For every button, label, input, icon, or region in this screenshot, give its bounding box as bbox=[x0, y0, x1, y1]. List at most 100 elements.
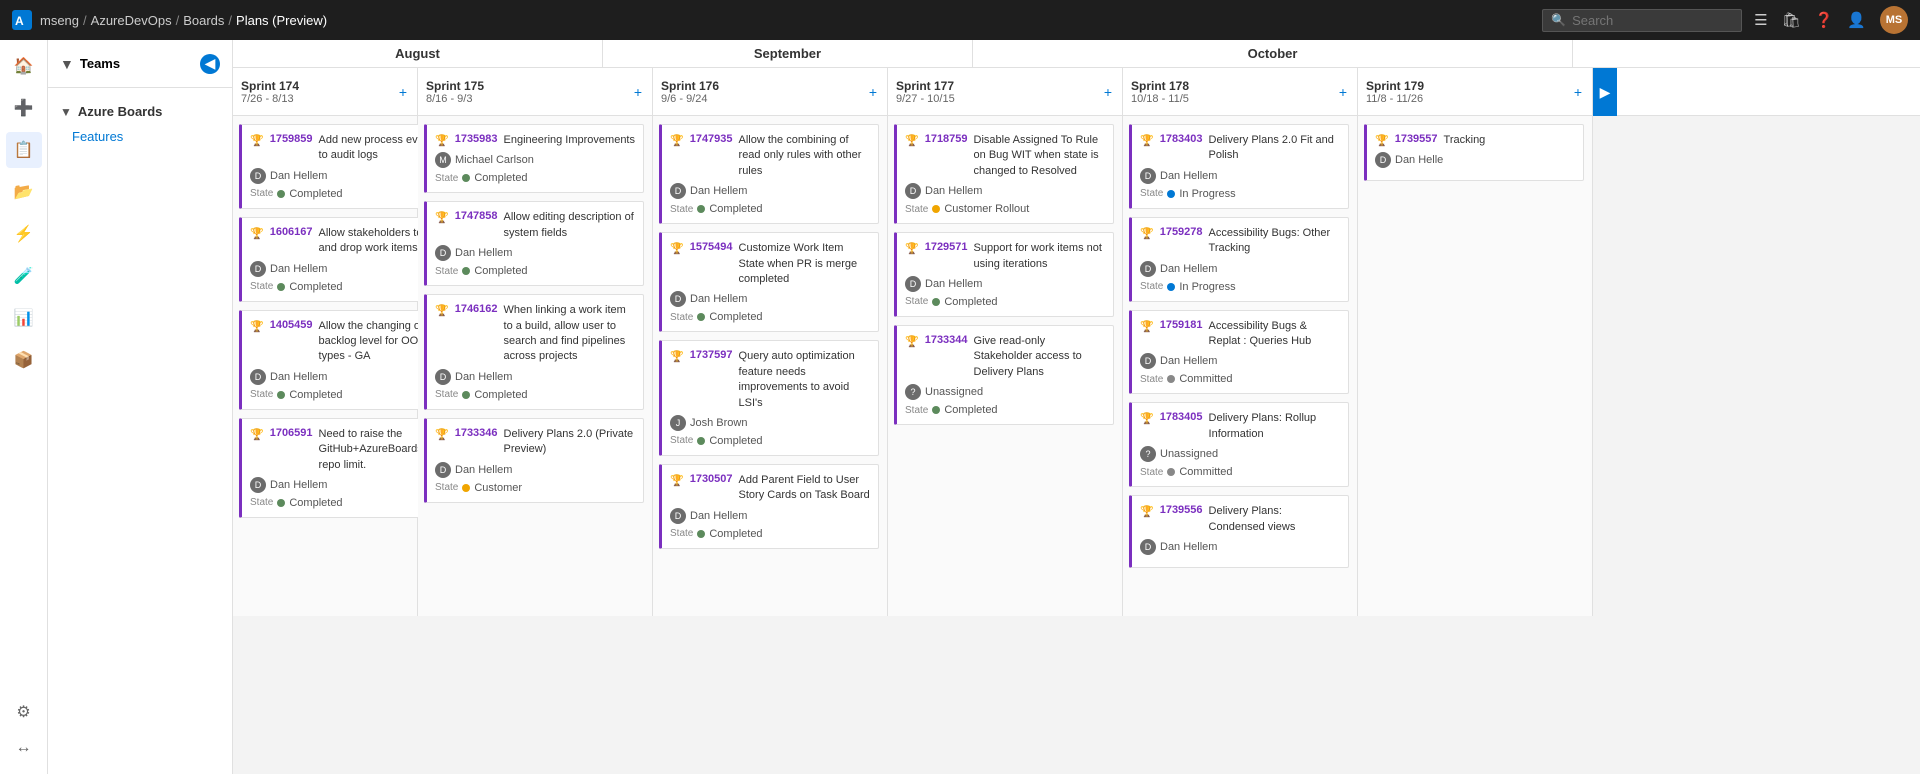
work-card-1730507[interactable]: 🏆 1730507 Add Parent Field to User Story… bbox=[659, 464, 879, 549]
card-state: State Completed bbox=[670, 528, 870, 540]
card-header: 🏆 1575494 Customize Work Item State when… bbox=[670, 241, 870, 287]
assignee-name: Dan Hellem bbox=[270, 170, 327, 182]
chevron-down-icon-2: ▼ bbox=[60, 105, 72, 119]
search-box[interactable]: 🔍 bbox=[1542, 9, 1742, 32]
state-label: State bbox=[435, 173, 458, 184]
assignee-name: Unassigned bbox=[1160, 448, 1218, 460]
sprint-175-add[interactable]: + bbox=[628, 82, 648, 102]
sidebar-home[interactable]: 🏠 bbox=[6, 48, 42, 84]
assignee-avatar: D bbox=[1140, 353, 1156, 369]
sprint-179-add[interactable]: + bbox=[1568, 82, 1588, 102]
sprint-177-add[interactable]: + bbox=[1098, 82, 1118, 102]
state-value: Committed bbox=[1179, 466, 1232, 478]
sidebar-add[interactable]: ➕ bbox=[6, 90, 42, 126]
work-card-1783403[interactable]: 🏆 1783403 Delivery Plans 2.0 Fit and Pol… bbox=[1129, 124, 1349, 209]
sprint-179-dates: 11/8 - 11/26 bbox=[1366, 93, 1584, 105]
card-assignee: J Josh Brown bbox=[670, 415, 870, 431]
month-august: August bbox=[233, 40, 603, 67]
user-icon[interactable]: 👤 bbox=[1847, 11, 1866, 29]
work-card-1575494[interactable]: 🏆 1575494 Customize Work Item State when… bbox=[659, 232, 879, 332]
sidebar-repos[interactable]: 📂 bbox=[6, 174, 42, 210]
breadcrumb-boards[interactable]: Boards bbox=[183, 13, 224, 28]
work-card-1759181[interactable]: 🏆 1759181 Accessibility Bugs & Replat : … bbox=[1129, 310, 1349, 395]
state-value: Completed bbox=[709, 528, 762, 540]
work-card-1718759[interactable]: 🏆 1718759 Disable Assigned To Rule on Bu… bbox=[894, 124, 1114, 224]
state-value: Completed bbox=[944, 404, 997, 416]
help-icon[interactable]: ❓ bbox=[1815, 11, 1834, 29]
feature-icon: 🏆 bbox=[1140, 227, 1154, 240]
list-icon[interactable]: ☰ bbox=[1754, 11, 1767, 29]
sprint-176-dates: 9/6 - 9/24 bbox=[661, 93, 879, 105]
feature-icon: 🏆 bbox=[250, 134, 264, 147]
card-assignee: D Dan Hellem bbox=[1140, 353, 1340, 369]
sprint-178-add[interactable]: + bbox=[1333, 82, 1353, 102]
card-header: 🏆 1759278 Accessibility Bugs: Other Trac… bbox=[1140, 226, 1340, 257]
card-id: 1733344 bbox=[925, 334, 968, 346]
state-value: Completed bbox=[474, 172, 527, 184]
assignee-avatar: D bbox=[435, 245, 451, 261]
card-header: 🏆 1739556 Delivery Plans: Condensed view… bbox=[1140, 504, 1340, 535]
sidebar-test[interactable]: 🧪 bbox=[6, 258, 42, 294]
nav-right-arrow[interactable]: ▶ bbox=[1593, 68, 1617, 116]
sidebar-settings[interactable]: ⚙ bbox=[6, 694, 42, 730]
work-card-1739557[interactable]: 🏆 1739557 Tracking D Dan Helle bbox=[1364, 124, 1584, 181]
work-card-1737597[interactable]: 🏆 1737597 Query auto optimization featur… bbox=[659, 340, 879, 456]
sprint-176-add[interactable]: + bbox=[863, 82, 883, 102]
assignee-avatar: D bbox=[905, 183, 921, 199]
card-assignee: D Dan Hellem bbox=[670, 508, 870, 524]
breadcrumb-current: Plans (Preview) bbox=[236, 13, 327, 28]
breadcrumb-org[interactable]: mseng bbox=[40, 13, 79, 28]
sidebar-pipelines[interactable]: ⚡ bbox=[6, 216, 42, 252]
assignee-name: Dan Hellem bbox=[1160, 170, 1217, 182]
state-label: State bbox=[1140, 374, 1163, 385]
breadcrumb-project[interactable]: AzureDevOps bbox=[91, 13, 172, 28]
chevron-down-icon[interactable]: ▼ bbox=[60, 56, 74, 72]
app-logo[interactable]: A bbox=[12, 10, 32, 30]
work-card-1747935[interactable]: 🏆 1747935 Allow the combining of read on… bbox=[659, 124, 879, 224]
work-card-1735983[interactable]: 🏆 1735983 Engineering Improvements M Mic… bbox=[424, 124, 644, 193]
state-dot bbox=[462, 484, 470, 492]
card-state: State Completed bbox=[670, 435, 870, 447]
sidebar-boards[interactable]: 📋 bbox=[6, 132, 42, 168]
card-header: 🏆 1735983 Engineering Improvements bbox=[435, 133, 635, 148]
nav-left-arrow[interactable]: ◀ bbox=[200, 54, 220, 74]
sidebar-expand[interactable]: ↔ bbox=[6, 730, 42, 766]
card-header: 🏆 1718759 Disable Assigned To Rule on Bu… bbox=[905, 133, 1105, 179]
state-value: In Progress bbox=[1179, 281, 1235, 293]
card-id: 1759278 bbox=[1160, 226, 1203, 238]
search-input[interactable] bbox=[1572, 13, 1712, 28]
assignee-name: Dan Hellem bbox=[690, 185, 747, 197]
work-card-1747858[interactable]: 🏆 1747858 Allow editing description of s… bbox=[424, 201, 644, 286]
work-card-1739556[interactable]: 🏆 1739556 Delivery Plans: Condensed view… bbox=[1129, 495, 1349, 568]
state-dot bbox=[697, 205, 705, 213]
card-state: State Completed bbox=[435, 265, 635, 277]
state-value: Completed bbox=[474, 389, 527, 401]
state-dot bbox=[462, 267, 470, 275]
work-card-1759278[interactable]: 🏆 1759278 Accessibility Bugs: Other Trac… bbox=[1129, 217, 1349, 302]
work-card-1783405[interactable]: 🏆 1783405 Delivery Plans: Rollup Informa… bbox=[1129, 402, 1349, 487]
azure-boards-group[interactable]: ▼ Azure Boards bbox=[48, 96, 232, 127]
features-item[interactable]: Features bbox=[48, 127, 232, 152]
card-title: When linking a work item to a build, all… bbox=[504, 303, 635, 365]
sprint-178-column: 🏆 1783403 Delivery Plans 2.0 Fit and Pol… bbox=[1123, 116, 1358, 616]
timeline-scroll[interactable]: August September October Sprint 174 7/26… bbox=[233, 40, 1920, 774]
sidebar-artifacts[interactable]: 📦 bbox=[6, 342, 42, 378]
assignee-avatar: D bbox=[435, 369, 451, 385]
card-header: 🏆 1783405 Delivery Plans: Rollup Informa… bbox=[1140, 411, 1340, 442]
bag-icon[interactable]: 🛍 bbox=[1782, 11, 1801, 29]
card-title: Delivery Plans: Condensed views bbox=[1209, 504, 1340, 535]
sprint-175-column: 🏆 1735983 Engineering Improvements M Mic… bbox=[418, 116, 653, 616]
card-assignee: D Dan Hellem bbox=[905, 183, 1105, 199]
sidebar-analytics[interactable]: 📊 bbox=[6, 300, 42, 336]
sprint-176: Sprint 176 9/6 - 9/24 + bbox=[653, 68, 888, 115]
work-card-1733344[interactable]: 🏆 1733344 Give read-only Stakeholder acc… bbox=[894, 325, 1114, 425]
work-card-1746162[interactable]: 🏆 1746162 When linking a work item to a … bbox=[424, 294, 644, 410]
work-card-1729571[interactable]: 🏆 1729571 Support for work items not usi… bbox=[894, 232, 1114, 317]
state-value: Customer bbox=[474, 482, 522, 494]
state-label: State bbox=[1140, 188, 1163, 199]
timeline-container: ▼ Teams ◀ ▼ Azure Boards Features August… bbox=[48, 40, 1920, 774]
work-card-1733346[interactable]: 🏆 1733346 Delivery Plans 2.0 (Private Pr… bbox=[424, 418, 644, 503]
sprint-174-add[interactable]: + bbox=[393, 82, 413, 102]
avatar[interactable]: MS bbox=[1880, 6, 1908, 34]
sprint-177-dates: 9/27 - 10/15 bbox=[896, 93, 1114, 105]
